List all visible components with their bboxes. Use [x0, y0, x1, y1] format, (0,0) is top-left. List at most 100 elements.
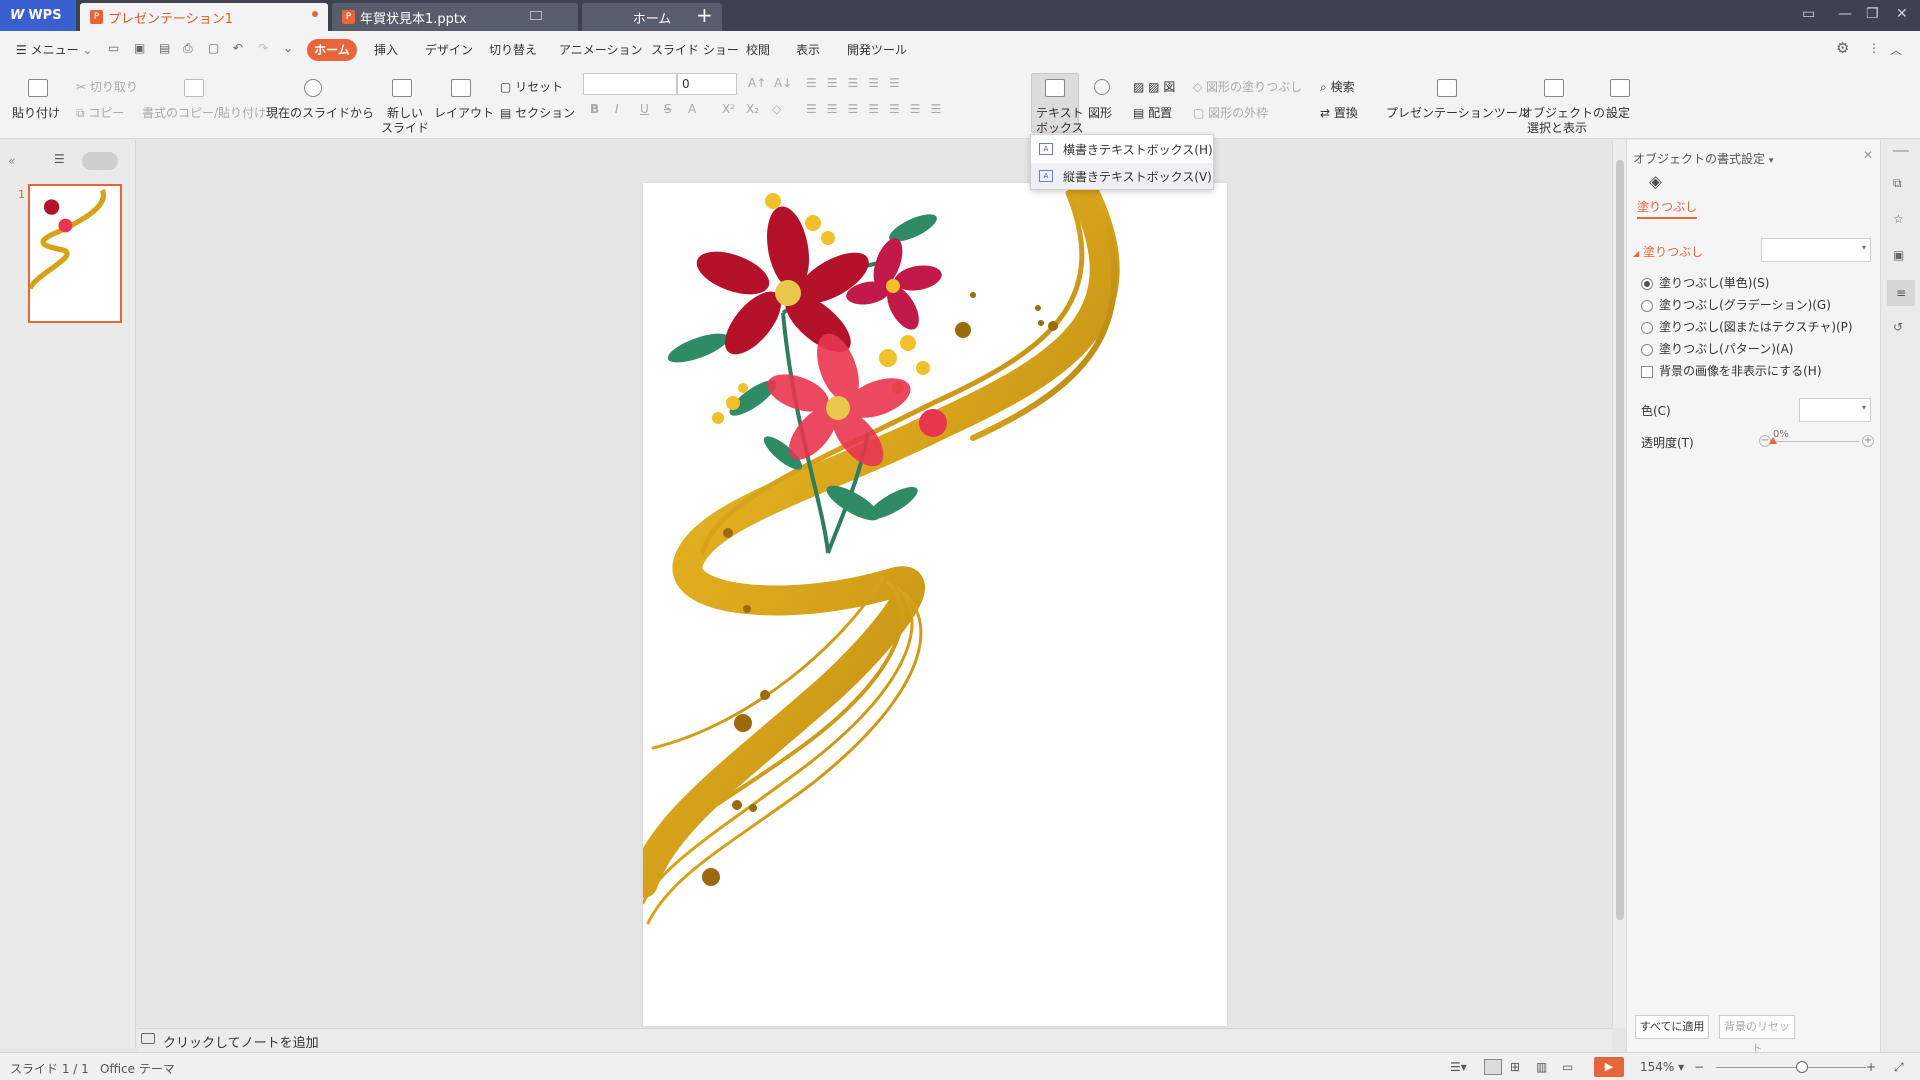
save-all-icon[interactable]: ▤ — [159, 41, 170, 55]
theme-name[interactable]: Office テーマ — [100, 1060, 175, 1077]
close-panel-icon[interactable]: ✕ — [1863, 148, 1873, 162]
fill-tab[interactable]: 塗りつぶし — [1637, 198, 1698, 219]
replace-button[interactable]: ⇄ 置換 — [1320, 104, 1358, 121]
layout-button[interactable]: レイアウト — [434, 104, 494, 121]
collapse-panel-icon[interactable]: « — [8, 154, 15, 168]
save-icon[interactable]: ▣ — [134, 41, 145, 55]
tab-insert[interactable]: 挿入 — [374, 41, 398, 58]
copy-button[interactable]: ⧉ コピー — [76, 104, 124, 121]
section-button[interactable]: ▤ セクション — [500, 104, 575, 121]
settings-gear-icon[interactable]: ⚙ — [1836, 39, 1849, 57]
undo-icon[interactable]: ↶ — [233, 41, 243, 55]
tab-review[interactable]: 校閲 — [746, 41, 770, 58]
fill-gradient-option[interactable]: 塗りつぶし(グラデーション)(G) — [1641, 296, 1831, 313]
zoom-slider-thumb[interactable] — [1796, 1061, 1808, 1073]
reset-background-button[interactable]: 背景のリセット — [1719, 1015, 1795, 1055]
presenter-view-icon[interactable]: ▭ — [1562, 1060, 1573, 1074]
zoom-level[interactable]: 154% ▾ — [1640, 1060, 1684, 1074]
transparency-slider[interactable] — [1769, 437, 1859, 444]
italic-icon[interactable]: I — [615, 102, 619, 116]
picture-style-icon[interactable]: ▣ — [1893, 248, 1904, 262]
tab-developer[interactable]: 開発ツール — [847, 41, 907, 58]
wps-logo[interactable]: W WPS — [0, 0, 76, 31]
outline-view-icon[interactable]: ☰ — [54, 152, 65, 166]
collapse-ribbon-icon[interactable]: ︿ — [1890, 41, 1902, 58]
horizontal-textbox-menu-item[interactable]: A 横書きテキストボックス(H) — [1031, 136, 1213, 162]
decrease-font-icon[interactable]: A↓ — [774, 76, 792, 90]
reading-view-icon[interactable]: ▥ — [1536, 1060, 1547, 1074]
slide-sorter-icon[interactable]: ⊞ — [1510, 1060, 1520, 1074]
color-select[interactable]: ▾ — [1799, 398, 1871, 422]
underline-icon[interactable]: U — [640, 102, 649, 116]
slide-thumbnail[interactable] — [28, 184, 122, 323]
fit-to-window-icon[interactable]: ⤢ — [1894, 1060, 1904, 1075]
checkbox[interactable] — [1641, 365, 1653, 378]
thumbnail-view-icon[interactable] — [82, 152, 118, 170]
radio[interactable] — [1641, 343, 1653, 356]
vertical-textbox-menu-item[interactable]: A 縦書きテキストボックス(V) — [1031, 163, 1213, 189]
notes-bar[interactable]: クリックしてノートを追加 — [137, 1028, 1612, 1052]
font-color-icon[interactable]: A — [688, 102, 696, 116]
panel-title[interactable]: オブジェクトの書式設定 ▾ — [1633, 150, 1773, 167]
radio-selected[interactable] — [1641, 277, 1653, 290]
customize-quick-access-icon[interactable]: ⌄ — [283, 41, 293, 55]
tab-nengajo-pptx[interactable]: P 年賀状見本1.pptx — [332, 3, 578, 31]
tab-animation[interactable]: アニメーション — [559, 41, 643, 58]
tab-transitions[interactable]: 切り替え — [489, 41, 537, 58]
clear-format-icon[interactable]: ◇ — [772, 102, 781, 116]
fill-section-header[interactable]: ◢ 塗りつぶし — [1633, 243, 1703, 260]
close-window-icon[interactable]: ✕ — [1896, 6, 1908, 22]
zoom-in-icon[interactable]: + — [1866, 1060, 1876, 1074]
find-button[interactable]: ⌕ 検索 — [1320, 78, 1355, 95]
tab-home-ribbon[interactable]: ホーム — [307, 39, 357, 61]
tab-slideshow[interactable]: スライド ショー — [651, 41, 739, 58]
animation-icon[interactable]: ☆ — [1893, 212, 1904, 226]
strikethrough-icon[interactable]: S — [664, 102, 672, 116]
apply-to-all-button[interactable]: すべてに適用 — [1635, 1015, 1709, 1039]
normal-view-icon[interactable] — [1484, 1059, 1502, 1075]
minimize-icon[interactable]: — — [1838, 6, 1852, 22]
fill-bucket-icon[interactable]: ◈ — [1649, 172, 1669, 192]
tab-view[interactable]: 表示 — [796, 41, 820, 58]
reset-button[interactable]: ▢ リセット — [500, 78, 563, 95]
history-icon[interactable]: ↺ — [1893, 320, 1903, 334]
transparency-slider-thumb[interactable] — [1769, 437, 1777, 444]
print-icon[interactable]: ⎙ — [183, 41, 193, 56]
open-icon[interactable]: ▭ — [108, 41, 119, 55]
print-preview-icon[interactable]: ▢ — [208, 41, 219, 55]
slide[interactable] — [628, 176, 1227, 1026]
increase-font-icon[interactable]: A↑ — [748, 76, 766, 90]
superscript-icon[interactable]: X² — [722, 102, 735, 116]
shape-button[interactable]: 図形 — [1088, 104, 1112, 121]
picture-button[interactable]: ▨ ▨ 図 — [1133, 78, 1175, 95]
transparency-increase-icon[interactable]: + — [1862, 435, 1874, 447]
zoom-out-icon[interactable]: − — [1694, 1060, 1704, 1074]
shape-style-icon[interactable]: ⧉ — [1893, 176, 1902, 191]
shape-fill-button[interactable]: ◇ 図形の塗りつぶし — [1193, 78, 1302, 95]
cut-button[interactable]: ✂ 切り取り — [76, 78, 138, 95]
fill-type-select[interactable]: ▾ — [1761, 238, 1871, 262]
fill-pattern-option[interactable]: 塗りつぶし(パターン)(A) — [1641, 340, 1793, 357]
zoom-slider[interactable] — [1716, 1061, 1866, 1073]
presentation-tools-button[interactable]: プレゼンテーションツール — [1386, 104, 1530, 121]
scrollbar-thumb[interactable] — [1616, 160, 1624, 920]
new-tab-button[interactable]: + — [696, 3, 713, 27]
tab-presentation1[interactable]: P プレゼンテーション1 — [80, 3, 328, 31]
paragraph-tools-row-2[interactable]: ☰☰☰☰☰☰☰ — [806, 102, 951, 116]
font-size-input[interactable]: 0 — [677, 73, 737, 95]
tab-design[interactable]: デザイン — [425, 41, 473, 58]
restore-icon[interactable]: ❐ — [1866, 6, 1879, 22]
radio[interactable] — [1641, 299, 1653, 312]
radio[interactable] — [1641, 321, 1653, 334]
settings-button[interactable]: 設定 — [1606, 104, 1630, 121]
arrange-button[interactable]: ▤ 配置 — [1133, 104, 1172, 121]
redo-icon[interactable]: ↷ — [258, 41, 268, 55]
bold-icon[interactable]: B — [590, 102, 599, 116]
object-properties-icon[interactable]: ≡ — [1887, 280, 1915, 306]
paragraph-tools-row-1[interactable]: ☰☰☰☰☰ — [806, 76, 910, 90]
main-menu-button[interactable]: ☰ メニュー ⌄ — [16, 41, 93, 58]
from-current-slide-button[interactable]: 現在のスライドから — [266, 104, 374, 121]
format-copy-button[interactable]: 書式のコピー/貼り付け — [142, 104, 266, 121]
fill-solid-option[interactable]: 塗りつぶし(単色)(S) — [1641, 274, 1769, 291]
fill-picture-option[interactable]: 塗りつぶし(図またはテクスチャ)(P) — [1641, 318, 1853, 335]
